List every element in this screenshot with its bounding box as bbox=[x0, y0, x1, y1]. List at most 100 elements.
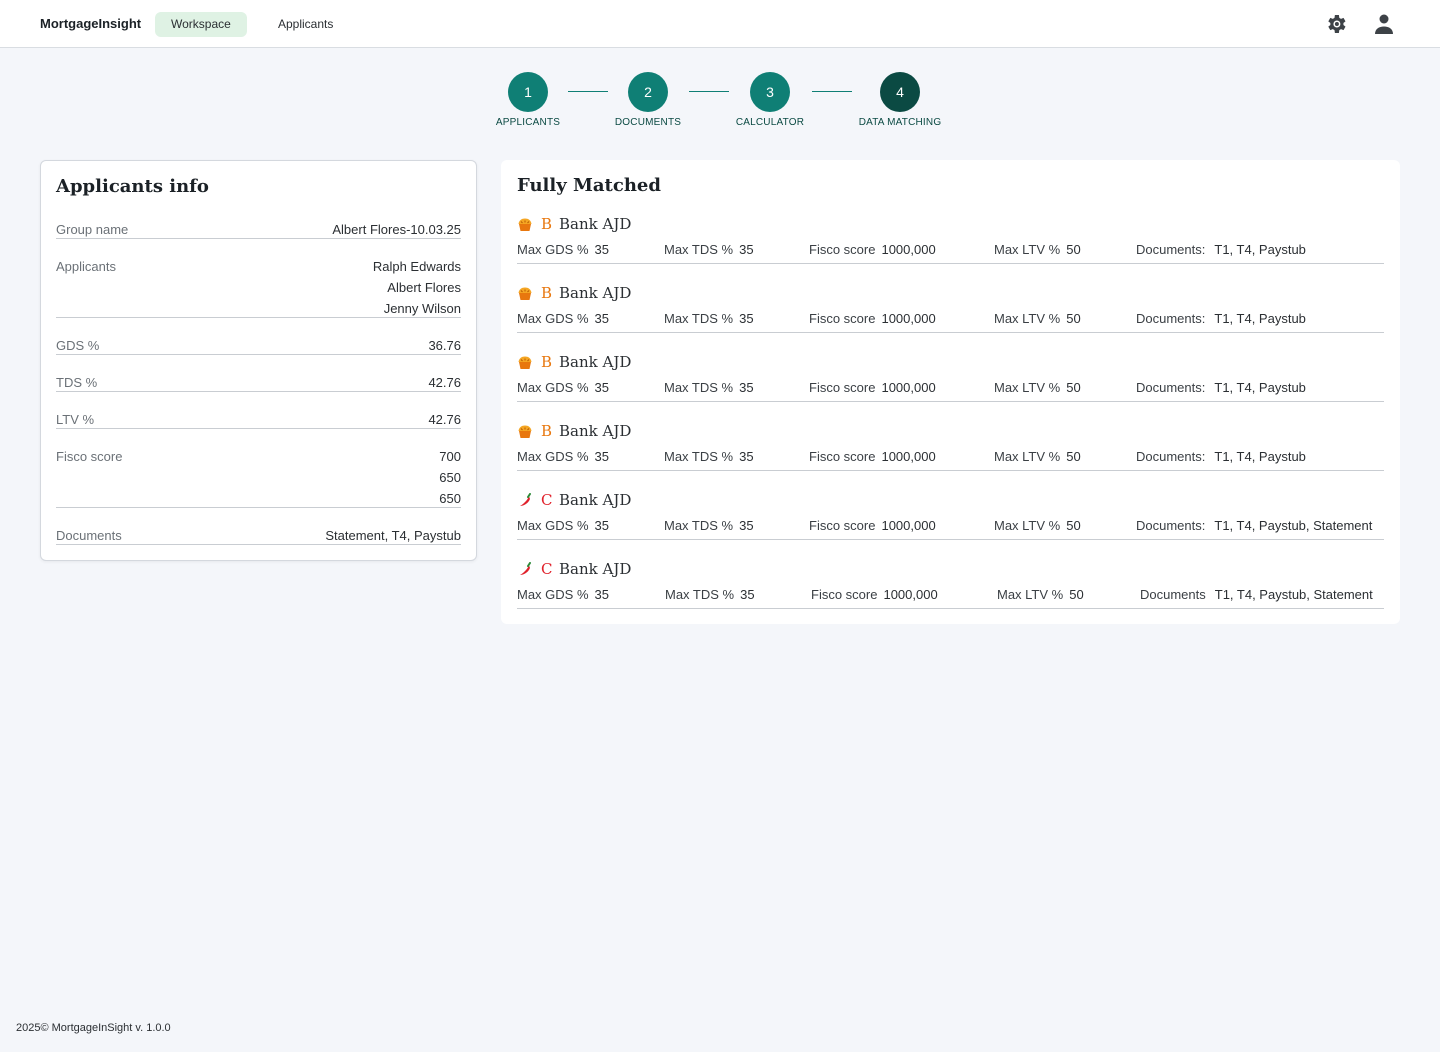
documents-value: T1, T4, Paystub bbox=[1214, 449, 1306, 464]
bank-name: Bank AJD bbox=[559, 422, 632, 440]
top-navbar: MortgageInsight Workspace Applicants bbox=[0, 0, 1440, 48]
step-1-label: APPLICANTS bbox=[495, 117, 561, 128]
max-ltv-stat: Max LTV % 50 bbox=[994, 380, 1081, 395]
step-4-circle[interactable]: 4 bbox=[880, 72, 920, 112]
max-ltv-stat: Max LTV % 50 bbox=[994, 518, 1081, 533]
documents-label: Documents: bbox=[1136, 518, 1206, 533]
max-tds-value: 35 bbox=[740, 587, 755, 602]
fisco-stat: Fisco score 1000,000 bbox=[809, 242, 936, 257]
fisco-stat: Fisco score 1000,000 bbox=[809, 380, 936, 395]
applicants-row: Applicants Ralph Edwards Albert Flores J… bbox=[56, 259, 461, 318]
fisco-score-value: 1000,000 bbox=[881, 311, 936, 326]
documents-stat: Documents: T1, T4, Paystub bbox=[1136, 311, 1306, 326]
max-tds-value: 35 bbox=[739, 449, 754, 464]
pie-icon bbox=[517, 286, 533, 302]
fisco-score-value: 1000,000 bbox=[881, 242, 936, 257]
user-icon[interactable] bbox=[1372, 12, 1396, 36]
documents-value: T1, T4, Paystub bbox=[1214, 311, 1306, 326]
bank-stats: Max GDS % 35 Max TDS % 35 Fisco score 1000,00… bbox=[517, 587, 1384, 609]
applicant-name: Ralph Edwards bbox=[372, 259, 461, 274]
max-ltv-stat: Max LTV % 50 bbox=[997, 587, 1084, 602]
max-gds-stat: Max GDS % 35 bbox=[517, 242, 609, 257]
max-tds-stat: Max TDS % 35 bbox=[664, 380, 754, 395]
group-name-value: Albert Flores-10.03.25 bbox=[332, 222, 461, 243]
group-name-row: Group name Albert Flores-10.03.25 bbox=[56, 222, 461, 239]
bank-stats: Max GDS % 35 Max TDS % 35 Fisco score 1000,00… bbox=[517, 449, 1384, 471]
gear-icon[interactable] bbox=[1324, 12, 1348, 36]
ltv-label: LTV % bbox=[56, 412, 95, 427]
documents-value: Statement, T4, Paystub bbox=[325, 528, 461, 543]
fisco-score-label: Fisco score bbox=[809, 449, 876, 464]
applicants-info-card: Applicants info Group name Albert Flores… bbox=[40, 160, 477, 561]
fisco-stat: Fisco score 1000,000 bbox=[811, 587, 938, 602]
bank-stats: Max GDS % 35 Max TDS % 35 Fisco score 1000,00… bbox=[517, 518, 1384, 540]
step-2-circle[interactable]: 2 bbox=[628, 72, 668, 112]
max-tds-label: Max TDS % bbox=[665, 587, 735, 602]
max-tds-value: 35 bbox=[739, 518, 754, 533]
max-ltv-value: 50 bbox=[1066, 380, 1081, 395]
max-gds-stat: Max GDS % 35 bbox=[517, 311, 609, 326]
step-1-circle[interactable]: 1 bbox=[508, 72, 548, 112]
bank-grade: B bbox=[541, 215, 553, 233]
tab-applicants[interactable]: Applicants bbox=[262, 12, 349, 37]
ltv-row: LTV % 42.76 bbox=[56, 412, 461, 429]
max-gds-stat: Max GDS % 35 bbox=[517, 587, 609, 602]
applicants-info-title: Applicants info bbox=[56, 176, 209, 197]
documents-label: Documents: bbox=[1136, 242, 1206, 257]
max-gds-value: 35 bbox=[594, 242, 609, 257]
max-gds-stat: Max GDS % 35 bbox=[517, 518, 609, 533]
fisco-row: Fisco score 700 650 650 bbox=[56, 449, 461, 508]
bank-grade: B bbox=[541, 422, 553, 440]
gds-row: GDS % 36.76 bbox=[56, 338, 461, 355]
gds-label: GDS % bbox=[56, 338, 100, 353]
fully-matched-title: Fully Matched bbox=[517, 175, 661, 196]
max-gds-stat: Max GDS % 35 bbox=[517, 380, 609, 395]
chili-icon bbox=[517, 562, 533, 578]
max-tds-label: Max TDS % bbox=[664, 449, 734, 464]
max-ltv-value: 50 bbox=[1066, 242, 1081, 257]
fisco-score-value: 1000,000 bbox=[881, 380, 936, 395]
max-gds-value: 35 bbox=[594, 380, 609, 395]
gds-value: 36.76 bbox=[428, 338, 461, 353]
max-tds-label: Max TDS % bbox=[664, 242, 734, 257]
max-gds-label: Max GDS % bbox=[517, 518, 589, 533]
fisco-score-label: Fisco score bbox=[809, 242, 876, 257]
max-ltv-value: 50 bbox=[1066, 518, 1081, 533]
max-ltv-value: 50 bbox=[1066, 311, 1081, 326]
step-3-circle[interactable]: 3 bbox=[750, 72, 790, 112]
documents-label: Documents bbox=[1140, 587, 1206, 602]
bank-name: Bank AJD bbox=[559, 215, 632, 233]
tds-value: 42.76 bbox=[428, 375, 461, 390]
max-tds-label: Max TDS % bbox=[664, 311, 734, 326]
fully-matched-card: Fully Matched B Bank AJD Max GDS % 35 Max TD… bbox=[501, 160, 1400, 624]
fisco-score-label: Fisco score bbox=[809, 311, 876, 326]
tds-values: 42.76 bbox=[428, 375, 461, 396]
bank-stats: Max GDS % 35 Max TDS % 35 Fisco score 1000,00… bbox=[517, 242, 1384, 264]
documents-stat: Documents: T1, T4, Paystub, Statement bbox=[1136, 518, 1372, 533]
fisco-stat: Fisco score 1000,000 bbox=[809, 518, 936, 533]
applicant-name: Albert Flores bbox=[387, 280, 461, 295]
fisco-score-label: Fisco score bbox=[811, 587, 878, 602]
tab-workspace[interactable]: Workspace bbox=[155, 12, 247, 37]
fisco-score-label: Fisco score bbox=[809, 518, 876, 533]
max-tds-value: 35 bbox=[739, 242, 754, 257]
max-ltv-label: Max LTV % bbox=[997, 587, 1064, 602]
documents-stat: Documents: T1, T4, Paystub bbox=[1136, 380, 1306, 395]
max-tds-stat: Max TDS % 35 bbox=[665, 587, 755, 602]
tds-row: TDS % 42.76 bbox=[56, 375, 461, 392]
bank-grade: C bbox=[541, 491, 553, 509]
documents-stat: Documents: T1, T4, Paystub bbox=[1136, 449, 1306, 464]
fisco-stat: Fisco score 1000,000 bbox=[809, 449, 936, 464]
documents-label: Documents bbox=[56, 528, 122, 543]
tds-label: TDS % bbox=[56, 375, 98, 390]
footer-copyright: 2025© MortgageInSight v. 1.0.0 bbox=[16, 1022, 171, 1034]
max-gds-label: Max GDS % bbox=[517, 380, 589, 395]
max-ltv-label: Max LTV % bbox=[994, 380, 1061, 395]
max-tds-value: 35 bbox=[739, 311, 754, 326]
documents-label: Documents: bbox=[1136, 449, 1206, 464]
chili-icon bbox=[517, 493, 533, 509]
bank-stats: Max GDS % 35 Max TDS % 35 Fisco score 1000,00… bbox=[517, 380, 1384, 402]
pie-icon bbox=[517, 355, 533, 371]
brand-logo[interactable]: MortgageInsight bbox=[40, 16, 141, 31]
bank-stats: Max GDS % 35 Max TDS % 35 Fisco score 1000,00… bbox=[517, 311, 1384, 333]
